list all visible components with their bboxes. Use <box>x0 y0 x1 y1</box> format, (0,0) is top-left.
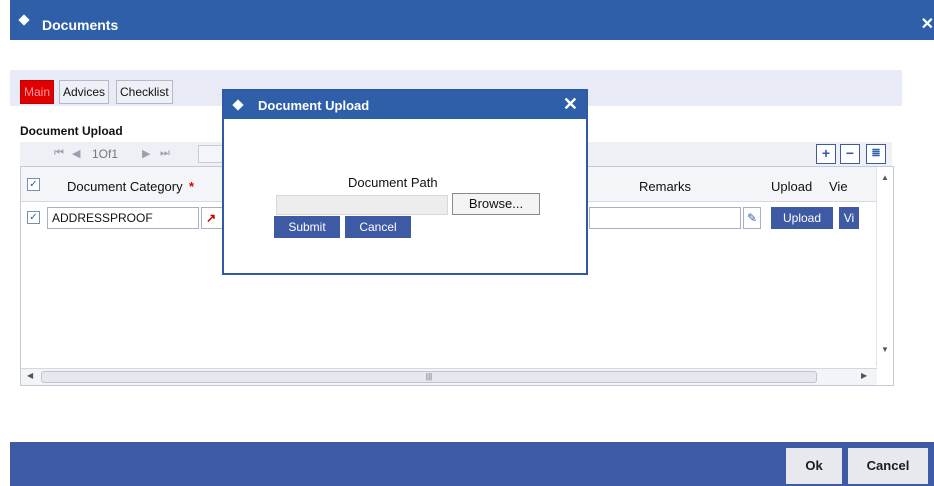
ok-button[interactable]: Ok <box>786 448 842 484</box>
first-page-icon[interactable]: ⏮ <box>54 147 64 160</box>
section-title: Document Upload <box>20 124 123 138</box>
scroll-right-icon[interactable]: ▶ <box>861 371 867 380</box>
col-remarks: Remarks <box>639 179 692 194</box>
remarks-edit-icon[interactable]: ✎ <box>743 207 761 229</box>
remove-row-button[interactable]: − <box>840 144 860 164</box>
dialog-titlebar: Document Upload ✕ <box>224 91 586 119</box>
remarks-field[interactable] <box>589 207 741 229</box>
add-row-button[interactable]: + <box>816 144 836 164</box>
col-view: Vie <box>829 179 848 194</box>
tab-advices[interactable]: Advices <box>59 80 110 104</box>
document-path-label: Document Path <box>348 175 438 190</box>
prev-page-icon[interactable]: ◀ <box>72 147 80 160</box>
submit-button[interactable]: Submit <box>274 216 340 238</box>
browse-button[interactable]: Browse... <box>452 193 540 215</box>
last-page-icon[interactable]: ⏭ <box>160 147 170 160</box>
scroll-down-icon[interactable]: ▼ <box>881 345 889 354</box>
dialog-close-icon[interactable]: ✕ <box>563 94 578 115</box>
upload-button[interactable]: Upload <box>771 207 833 229</box>
window-titlebar: Documents ✕ <box>10 0 934 40</box>
page-indicator: 1Of1 <box>92 147 119 161</box>
window-title: Documents <box>42 17 119 33</box>
dialog-cancel-button[interactable]: Cancel <box>345 216 411 238</box>
view-list-button[interactable]: ≣ <box>866 144 886 164</box>
tab-checklist[interactable]: Checklist <box>116 80 173 104</box>
footer-bar: Ok Cancel <box>10 442 934 486</box>
close-icon[interactable]: ✕ <box>921 14 934 34</box>
col-document-category: Document Category <box>67 179 183 194</box>
cancel-button[interactable]: Cancel <box>848 448 928 484</box>
view-button[interactable]: Vi <box>839 207 859 229</box>
diamond-icon <box>232 99 244 111</box>
document-path-field[interactable] <box>276 195 448 215</box>
lov-icon[interactable]: ↗ <box>201 207 223 229</box>
col-upload: Upload <box>771 179 813 194</box>
vertical-scrollbar[interactable]: ▲ ▼ <box>876 167 893 367</box>
diamond-icon <box>18 14 30 26</box>
scroll-up-icon[interactable]: ▲ <box>881 173 889 182</box>
required-mark: * <box>189 179 195 194</box>
scroll-thumb[interactable]: ||| <box>41 371 817 383</box>
next-page-icon[interactable]: ▶ <box>142 147 150 160</box>
horizontal-scrollbar[interactable]: ◀ ||| ▶ <box>21 368 877 385</box>
scroll-left-icon[interactable]: ◀ <box>27 371 33 380</box>
document-upload-dialog: Document Upload ✕ Document Path Browse..… <box>222 89 588 275</box>
tab-main[interactable]: Main <box>20 80 55 104</box>
dialog-title: Document Upload <box>258 98 370 113</box>
row-checkbox[interactable]: ✓ <box>27 211 40 224</box>
category-field[interactable]: ADDRESSPROOF <box>47 207 199 229</box>
select-all-checkbox[interactable]: ✓ <box>27 178 40 191</box>
